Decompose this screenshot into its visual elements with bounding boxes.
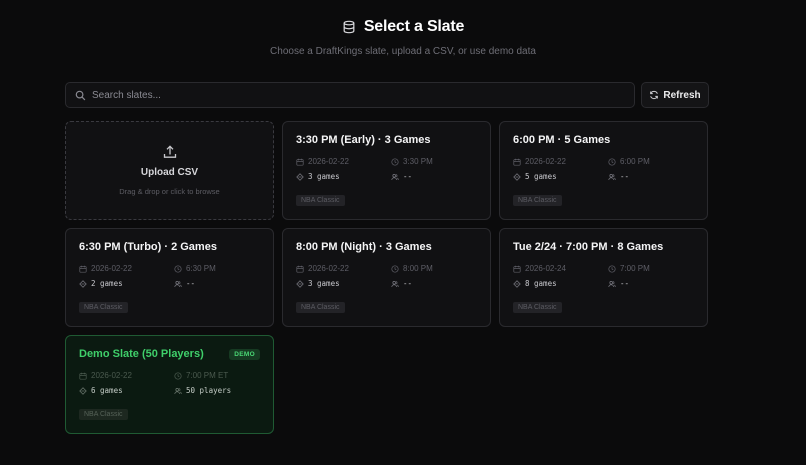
diamond-icon	[79, 386, 87, 395]
slate-card[interactable]: 6:30 PM (Turbo) · 2 Games 2026-02-22 6:3…	[65, 228, 274, 327]
slate-time: 6:00 PM	[608, 157, 698, 166]
slate-type-tag: NBA Classic	[79, 302, 128, 313]
upload-csv-dropzone[interactable]: Upload CSV Drag & drop or click to brows…	[65, 121, 274, 220]
users-icon	[391, 280, 399, 287]
calendar-icon	[296, 158, 304, 166]
users-icon	[391, 173, 399, 180]
refresh-button[interactable]: Refresh	[641, 82, 709, 108]
slate-games: 3 games	[296, 279, 391, 288]
refresh-icon	[650, 90, 659, 100]
clock-icon	[174, 264, 182, 273]
page-title: Select a Slate	[363, 18, 465, 35]
slate-card[interactable]: Tue 2/24 · 7:00 PM · 8 Games 2026-02-24 …	[499, 228, 708, 327]
slate-players: --	[391, 279, 481, 288]
search-box[interactable]	[65, 82, 635, 108]
slate-date: 2026-02-22	[79, 264, 174, 273]
calendar-icon	[79, 265, 87, 273]
calendar-icon	[79, 372, 87, 380]
search-icon	[75, 90, 86, 100]
users-icon	[608, 173, 616, 180]
slate-title: 3:30 PM (Early) · 3 Games	[296, 134, 431, 146]
users-icon	[174, 280, 182, 287]
slate-type-tag: NBA Classic	[296, 195, 345, 206]
slate-players: --	[608, 172, 698, 181]
calendar-icon	[296, 265, 304, 273]
upload-title: Upload CSV	[140, 167, 199, 178]
slate-time: 3:30 PM	[391, 157, 481, 166]
slate-card[interactable]: 8:00 PM (Night) · 3 Games 2026-02-22 8:0…	[282, 228, 491, 327]
slate-card[interactable]: 6:00 PM · 5 Games 2026-02-22 6:00 PM 5 g…	[499, 121, 708, 220]
slate-title: 6:00 PM · 5 Games	[513, 134, 611, 146]
slate-title: 6:30 PM (Turbo) · 2 Games	[79, 241, 217, 253]
slate-date: 2026-02-24	[513, 264, 608, 273]
slate-time: 6:30 PM	[174, 264, 264, 273]
clock-icon	[608, 264, 616, 273]
slate-time: 8:00 PM	[391, 264, 481, 273]
database-icon	[343, 20, 355, 34]
clock-icon	[174, 371, 182, 380]
clock-icon	[391, 264, 399, 273]
slate-games: 6 games	[79, 386, 174, 395]
slate-date: 2026-02-22	[513, 157, 608, 166]
demo-slate-card[interactable]: Demo Slate (50 Players) DEMO 2026-02-22 …	[65, 335, 274, 434]
search-input[interactable]	[92, 89, 612, 101]
slate-date: 2026-02-22	[296, 157, 391, 166]
slate-type-tag: NBA Classic	[79, 409, 128, 420]
slate-title: 8:00 PM (Night) · 3 Games	[296, 241, 432, 253]
slate-date: 2026-02-22	[296, 264, 391, 273]
clock-icon	[391, 157, 399, 166]
demo-badge: DEMO	[229, 349, 260, 360]
calendar-icon	[513, 158, 521, 166]
diamond-icon	[79, 279, 87, 288]
slate-games: 8 games	[513, 279, 608, 288]
slate-games: 3 games	[296, 172, 391, 181]
slate-date: 2026-02-22	[79, 371, 174, 380]
refresh-label: Refresh	[663, 89, 701, 101]
diamond-icon	[513, 279, 521, 288]
upload-icon	[163, 145, 176, 158]
calendar-icon	[513, 265, 521, 273]
users-icon	[174, 387, 182, 394]
slate-title: Tue 2/24 · 7:00 PM · 8 Games	[513, 241, 664, 253]
slate-time: 7:00 PM ET	[174, 371, 264, 380]
diamond-icon	[296, 172, 304, 181]
page-header: Select a Slate	[0, 18, 806, 36]
upload-hint: Drag & drop or click to browse	[119, 187, 220, 196]
slate-type-tag: NBA Classic	[513, 302, 562, 313]
slate-games: 5 games	[513, 172, 608, 181]
diamond-icon	[513, 172, 521, 181]
users-icon	[608, 280, 616, 287]
slate-card[interactable]: 3:30 PM (Early) · 3 Games 2026-02-22 3:3…	[282, 121, 491, 220]
slate-players: --	[608, 279, 698, 288]
slate-time: 7:00 PM	[608, 264, 698, 273]
diamond-icon	[296, 279, 304, 288]
slate-type-tag: NBA Classic	[513, 195, 562, 206]
slate-players: --	[391, 172, 481, 181]
slate-games: 2 games	[79, 279, 174, 288]
clock-icon	[608, 157, 616, 166]
slate-players: 50 players	[174, 386, 264, 395]
page-subtitle: Choose a DraftKings slate, upload a CSV,…	[270, 46, 536, 57]
slate-players: --	[174, 279, 264, 288]
slate-type-tag: NBA Classic	[296, 302, 345, 313]
